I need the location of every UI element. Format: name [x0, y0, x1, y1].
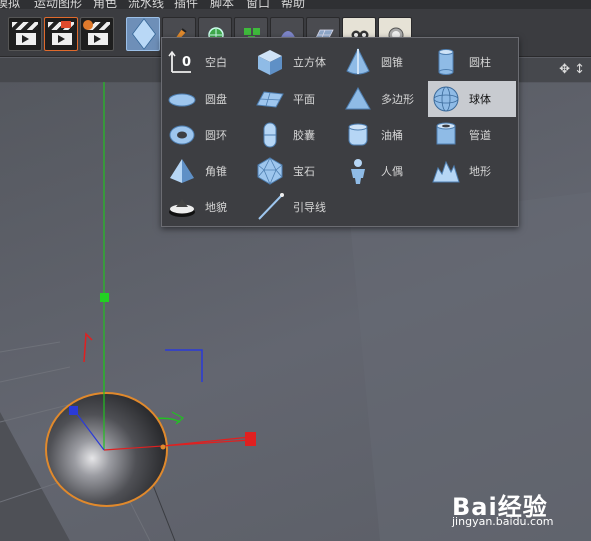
render-settings-button[interactable]: [80, 17, 114, 51]
menu-item-label: 圆柱: [469, 56, 491, 69]
gear-icon: [83, 20, 93, 30]
landscape-icon: [169, 199, 195, 217]
menu-item-pyramid[interactable]: 角锥: [164, 153, 252, 189]
tube-icon: [436, 122, 456, 145]
polygon-icon: [345, 86, 371, 110]
svg-text:0: 0: [182, 55, 191, 70]
menu-item-label: 圆锥: [381, 56, 403, 69]
oil-tank-icon: [348, 123, 368, 146]
cube-icon: [131, 17, 157, 51]
menu-item-label: 立方体: [293, 56, 326, 69]
menu-plugins[interactable]: 插件: [174, 0, 198, 9]
menu-item-cube[interactable]: 立方体: [252, 44, 340, 80]
add-cube-object-button[interactable]: [126, 17, 160, 51]
figure-icon: [351, 159, 365, 184]
x-axis-handle: [245, 432, 256, 443]
menu-item-label: 宝石: [293, 165, 315, 178]
menu-item-oil-tank[interactable]: 油桶: [340, 117, 428, 153]
menu-bar: 模拟 运动图形 角色 流水线 插件 脚本 窗口 帮助: [0, 0, 591, 9]
menu-item-label: 圆环: [205, 129, 227, 142]
sphere-icon: [433, 86, 459, 112]
cube-icon: [258, 50, 282, 75]
baidu-jingyan-watermark: Bai经验 jingyan.baidu.com: [452, 487, 554, 528]
menu-item-label: 引导线: [293, 201, 326, 214]
plane-icon: [256, 91, 284, 108]
object-menu-popup: 0 空白 圆盘 圆环 角锥 地貌 立方体 平面 胶囊 宝石 引导线 圆锥 多边形…: [161, 37, 519, 227]
menu-item-label: 空白: [205, 56, 227, 69]
menu-item-null[interactable]: 0 空白: [164, 44, 252, 80]
menu-item-label: 胶囊: [293, 129, 315, 142]
menu-item-label: 人偶: [381, 165, 403, 178]
menu-item-torus[interactable]: 圆环: [164, 117, 252, 153]
sphere-object[interactable]: [45, 392, 168, 507]
menu-item-label: 地形: [469, 165, 491, 178]
capsule-icon: [263, 122, 277, 148]
menu-item-landscape[interactable]: 地貌: [164, 189, 252, 225]
disc-icon: [168, 93, 196, 107]
viewport-nav-icons[interactable]: ✥ ↕: [559, 62, 585, 77]
menu-item-label: 圆盘: [205, 93, 227, 106]
menu-script[interactable]: 脚本: [210, 0, 234, 9]
menu-item-capsule[interactable]: 胶囊: [252, 117, 340, 153]
menu-item-terrain[interactable]: 地形: [428, 153, 516, 189]
cylinder-icon: [438, 49, 454, 75]
menu-item-gem[interactable]: 宝石: [252, 153, 340, 189]
torus-icon: [169, 125, 195, 145]
menu-help[interactable]: 帮助: [281, 0, 305, 9]
menu-item-label: 油桶: [381, 129, 403, 142]
menu-item-plane[interactable]: 平面: [252, 81, 340, 117]
null-object-icon: 0: [168, 50, 191, 73]
menu-item-guide-line[interactable]: 引导线: [252, 189, 340, 225]
menu-mograph[interactable]: 运动图形: [34, 0, 82, 9]
pyramid-icon: [170, 159, 194, 183]
menu-window[interactable]: 窗口: [246, 0, 270, 9]
render-picture-viewer-button[interactable]: [44, 17, 78, 51]
cone-icon: [346, 47, 370, 75]
menu-character[interactable]: 角色: [93, 0, 117, 9]
y-axis-handle: [100, 293, 109, 302]
menu-item-sphere[interactable]: 球体: [428, 81, 516, 117]
menu-item-label: 管道: [469, 129, 491, 142]
gem-icon: [257, 157, 283, 186]
menu-item-disc[interactable]: 圆盘: [164, 81, 252, 117]
cinema4d-window: 模拟 运动图形 角色 流水线 插件 脚本 窗口 帮助 ✥ ↕ 0 空白 圆盘 圆…: [0, 0, 591, 541]
menu-item-figure[interactable]: 人偶: [340, 153, 428, 189]
menu-item-label: 球体: [469, 93, 491, 106]
menu-item-label: 平面: [293, 93, 315, 106]
clapper-icon: [12, 22, 38, 30]
menu-simulate[interactable]: 模拟: [0, 0, 20, 9]
menu-item-label: 地貌: [205, 201, 227, 214]
menu-item-cone[interactable]: 圆锥: [340, 44, 428, 80]
guide-line-icon: [258, 193, 284, 220]
menu-item-label: 角锥: [205, 165, 227, 178]
watermark-url: jingyan.baidu.com: [452, 515, 554, 528]
menu-item-cylinder[interactable]: 圆柱: [428, 44, 516, 80]
render-view-button[interactable]: [8, 17, 42, 51]
menu-item-tube[interactable]: 管道: [428, 117, 516, 153]
menu-item-polygon[interactable]: 多边形: [340, 81, 428, 117]
landscape-terrain-icon: [432, 160, 460, 183]
menu-pipeline[interactable]: 流水线: [128, 0, 164, 9]
menu-item-label: 多边形: [381, 93, 414, 106]
